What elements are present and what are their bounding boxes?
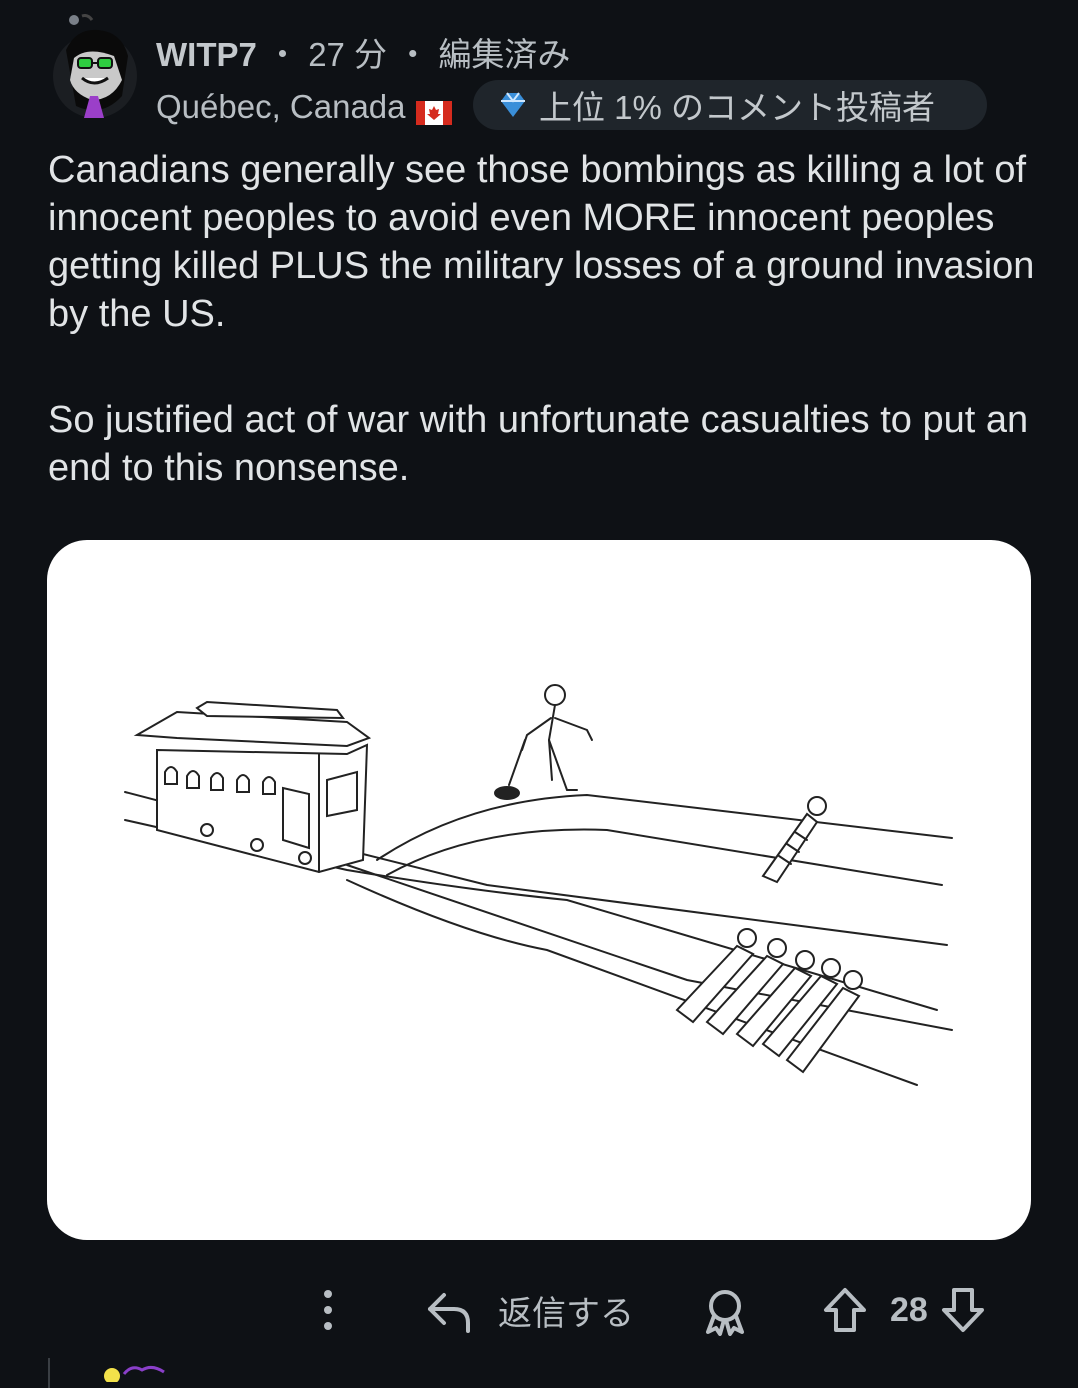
reply-arrow-icon xyxy=(428,1292,470,1333)
top-commenter-badge[interactable]: 上位 1% のコメント投稿者 xyxy=(473,80,987,130)
comment-actions: 返信する 28 xyxy=(0,1282,1078,1342)
comment-header: WITP7 ・ 27 分 ・ 編集済み xyxy=(156,28,570,76)
canada-flag-icon xyxy=(415,95,452,125)
comment-paragraph: Canadians generally see those bombings a… xyxy=(48,149,1035,335)
timestamp: 27 分 xyxy=(308,36,388,73)
downvote-arrow-icon[interactable] xyxy=(940,1286,986,1334)
separator-dot: ・ xyxy=(396,36,430,73)
comment-body: Canadians generally see those bombings a… xyxy=(48,146,1038,550)
reply-button[interactable]: 返信する xyxy=(426,1286,634,1335)
award-button[interactable] xyxy=(702,1288,748,1336)
user-location: Québec, Canada xyxy=(156,88,452,126)
location-text: Québec, Canada xyxy=(156,88,406,125)
comment-image[interactable] xyxy=(47,540,1031,1240)
username[interactable]: WITP7 xyxy=(156,36,257,73)
more-options-button[interactable] xyxy=(318,1288,338,1332)
comment-paragraph: So justified act of war with unfortunate… xyxy=(48,399,1029,489)
thread-line[interactable] xyxy=(48,1358,50,1388)
vote-controls: 28 xyxy=(822,1286,986,1334)
avatar[interactable] xyxy=(52,14,138,120)
badge-label: 上位 1% のコメント投稿者 xyxy=(539,89,936,126)
more-vertical-icon xyxy=(324,1290,332,1330)
award-icon xyxy=(706,1290,744,1336)
diamond-icon xyxy=(501,92,525,117)
vote-count: 28 xyxy=(890,1290,928,1329)
next-comment-avatar[interactable] xyxy=(100,1362,180,1387)
trolley-problem-drawing xyxy=(124,684,953,1086)
upvote-arrow-icon[interactable] xyxy=(822,1286,868,1334)
separator-dot: ・ xyxy=(266,36,300,73)
reply-label: 返信する xyxy=(498,1295,634,1333)
edited-label: 編集済み xyxy=(438,36,571,73)
